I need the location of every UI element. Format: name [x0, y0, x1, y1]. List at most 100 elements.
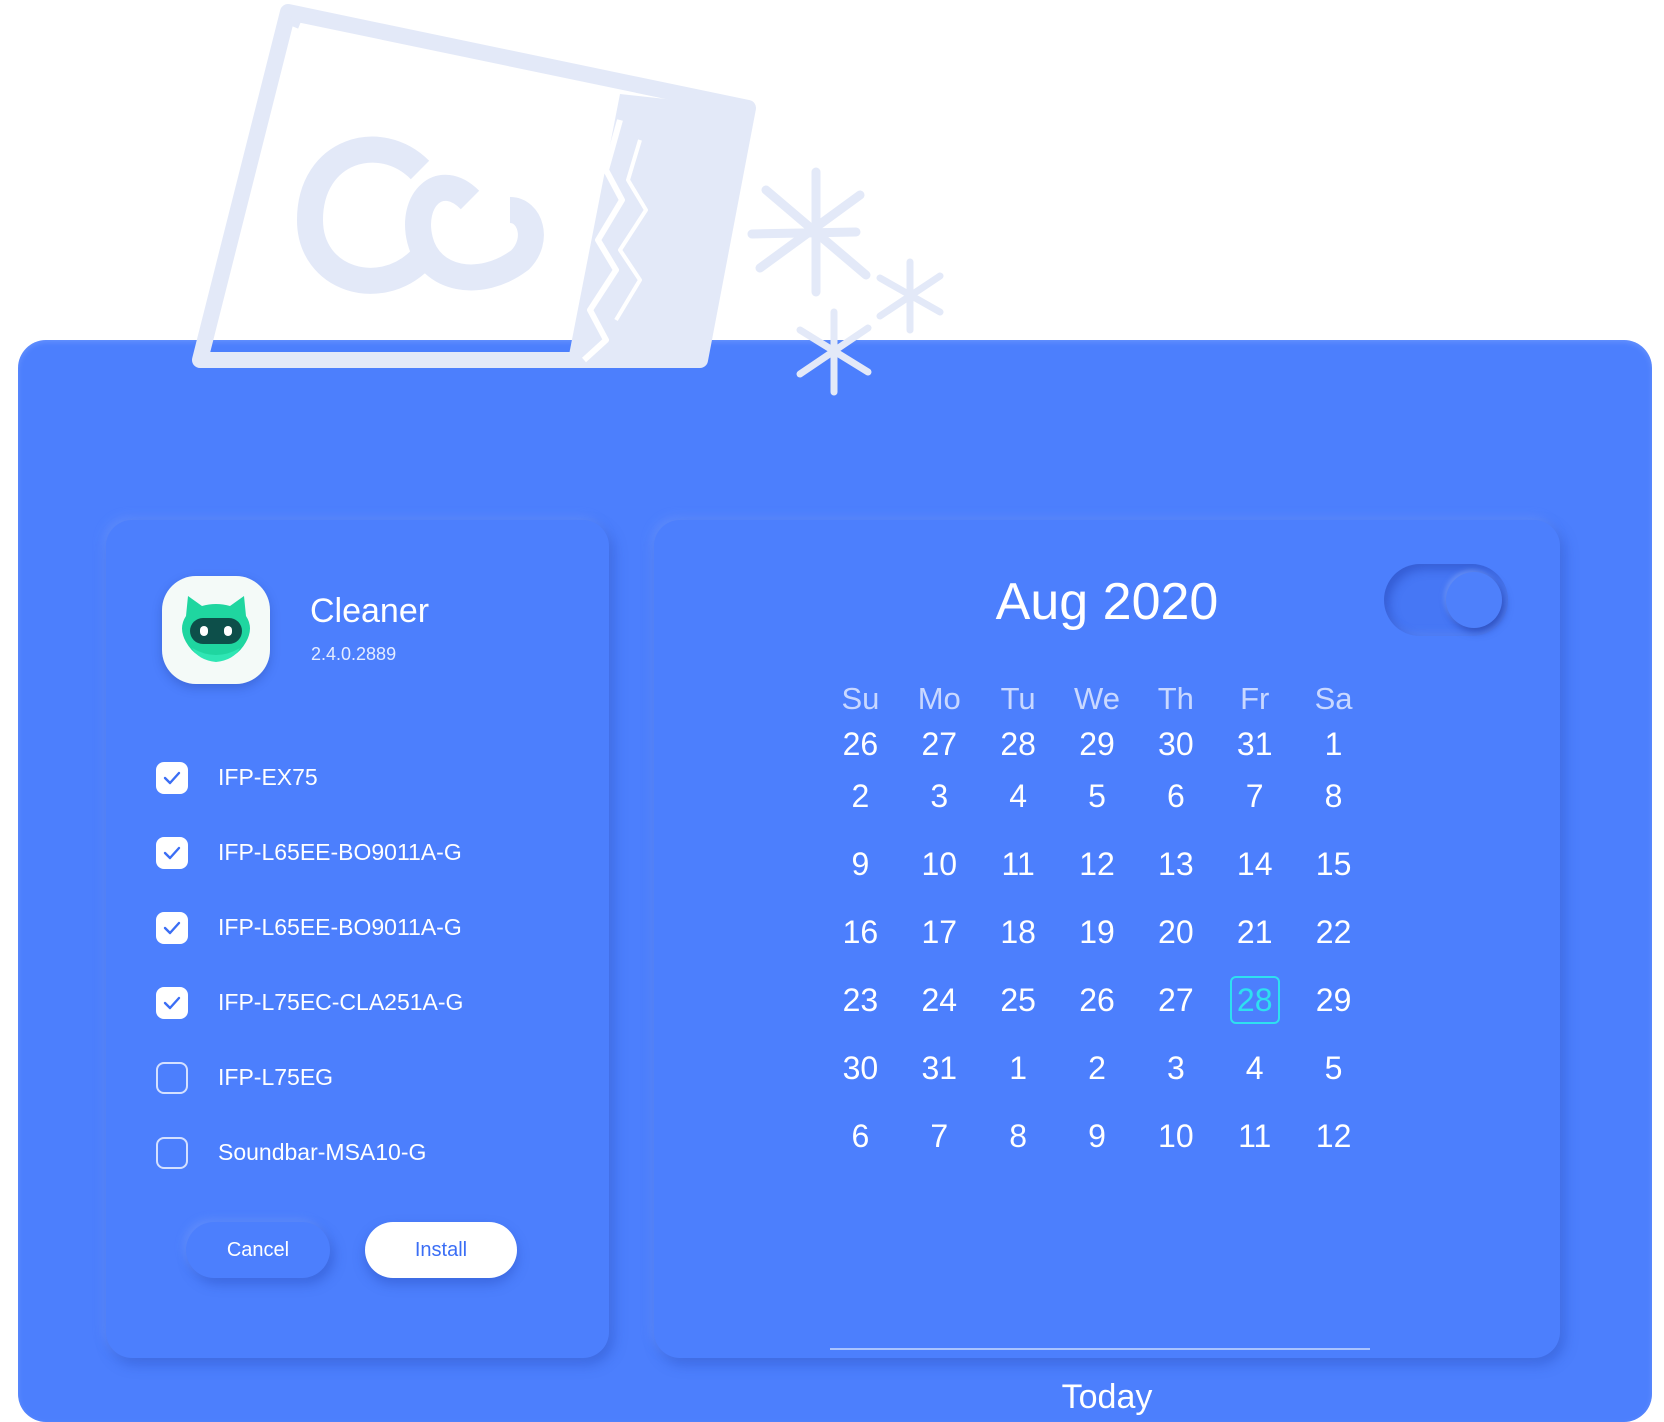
calendar-day[interactable]: 23	[821, 976, 900, 1044]
calendar-day[interactable]: 22	[1294, 908, 1373, 976]
install-button[interactable]: Install	[365, 1222, 517, 1278]
checkbox-unchecked[interactable]	[156, 1062, 188, 1094]
calendar-day[interactable]: 11	[979, 840, 1058, 908]
calendar-day-number: 11	[1001, 846, 1035, 882]
calendar-day[interactable]: 4	[1215, 1044, 1294, 1112]
checkbox-checked[interactable]	[156, 987, 188, 1019]
calendar-day-number: 24	[921, 982, 958, 1018]
calendar-day[interactable]: 24	[900, 976, 979, 1044]
device-row[interactable]: IFP-L65EE-BO9011A-G	[156, 902, 586, 977]
calendar-day[interactable]: 10	[1136, 1112, 1215, 1180]
device-row[interactable]: IFP-EX75	[156, 752, 586, 827]
calendar-day[interactable]: 3	[900, 772, 979, 840]
calendar-day[interactable]: 1	[1294, 720, 1373, 772]
calendar-day[interactable]: 18	[979, 908, 1058, 976]
calendar-day[interactable]: 14	[1215, 840, 1294, 908]
device-label: IFP-L65EE-BO9011A-G	[218, 914, 462, 940]
device-row[interactable]: IFP-L75EG	[156, 1052, 586, 1127]
calendar-day[interactable]: 11	[1215, 1112, 1294, 1180]
weekday-label: Th	[1157, 681, 1194, 716]
calendar-weeks: 26 27 28 29 30 31 1 2 3 4 5 6 7 8 9 10 11 12 13 14 15 16 17 18 1…	[821, 720, 1373, 1180]
calendar-day-number: 19	[1079, 914, 1115, 950]
calendar-toggle[interactable]	[1384, 564, 1508, 636]
device-row[interactable]: Soundbar-MSA10-G	[156, 1127, 586, 1202]
calendar-grid: Su Mo Tu We Th Fr Sa 26 27 28 29 30 31 1 2 3 4 5 6 7…	[821, 678, 1373, 1180]
calendar-day[interactable]: 7	[900, 1112, 979, 1180]
calendar-day[interactable]: 27	[1136, 976, 1215, 1044]
calendar-day-number: 6	[1166, 778, 1185, 814]
checkbox-checked[interactable]	[156, 912, 188, 944]
calendar-day[interactable]: 21	[1215, 908, 1294, 976]
calendar-day[interactable]: 10	[900, 840, 979, 908]
calendar-day[interactable]: 28	[979, 720, 1058, 772]
weekday-label: Sa	[1314, 681, 1353, 716]
calendar-day[interactable]: 12	[1294, 1112, 1373, 1180]
calendar-day[interactable]: 13	[1136, 840, 1215, 908]
calendar-day[interactable]: 30	[821, 1044, 900, 1112]
calendar-day[interactable]: 27	[900, 720, 979, 772]
calendar-day[interactable]: 16	[821, 908, 900, 976]
calendar-day[interactable]: 12	[1058, 840, 1137, 908]
calendar-day-number: 15	[1315, 846, 1352, 882]
calendar-day[interactable]: 8	[979, 1112, 1058, 1180]
calendar-day-number: 26	[1079, 982, 1115, 1018]
calendar-day[interactable]: 25	[979, 976, 1058, 1044]
calendar-day[interactable]: 6	[821, 1112, 900, 1180]
calendar-week-row: 2 3 4 5 6 7 8	[821, 772, 1373, 840]
calendar-day[interactable]: 26	[821, 720, 900, 772]
weekday-label: Su	[841, 681, 880, 716]
device-row[interactable]: IFP-L65EE-BO9011A-G	[156, 827, 586, 902]
calendar-day[interactable]: 5	[1294, 1044, 1373, 1112]
calendar-day-number: 30	[842, 1050, 879, 1086]
calendar-day-number: 8	[1009, 1118, 1028, 1154]
calendar-day[interactable]: 5	[1058, 772, 1137, 840]
calendar-day[interactable]: 2	[1058, 1044, 1137, 1112]
calendar-day[interactable]: 7	[1215, 772, 1294, 840]
install-card: Cleaner 2.4.0.2889 IFP-EX75 IFP-L65EE-BO…	[106, 520, 609, 1358]
checkbox-checked[interactable]	[156, 762, 188, 794]
calendar-day-selected[interactable]: 28	[1215, 976, 1294, 1044]
calendar-day-number: 13	[1158, 846, 1194, 882]
checkbox-unchecked[interactable]	[156, 1137, 188, 1169]
calendar-day-number: 3	[1166, 1050, 1185, 1086]
calendar-day[interactable]: 30	[1136, 720, 1215, 772]
calendar-day[interactable]: 15	[1294, 840, 1373, 908]
calendar-day-number: 2	[851, 778, 870, 814]
checkmark-icon	[163, 921, 181, 935]
calendar-day[interactable]: 8	[1294, 772, 1373, 840]
calendar-day[interactable]: 4	[979, 772, 1058, 840]
calendar-day-number: 11	[1238, 1118, 1272, 1154]
device-label: IFP-L75EG	[218, 1064, 334, 1090]
calendar-day-number: 1	[1009, 1050, 1028, 1086]
calendar-day-number: 20	[1158, 914, 1194, 950]
calendar-day[interactable]: 29	[1294, 976, 1373, 1044]
today-button[interactable]: Today	[654, 1378, 1560, 1417]
toggle-knob[interactable]	[1446, 572, 1502, 628]
calendar-day-number: 7	[930, 1118, 949, 1154]
calendar-day[interactable]: 6	[1136, 772, 1215, 840]
calendar-day[interactable]: 29	[1058, 720, 1137, 772]
calendar-day[interactable]: 31	[1215, 720, 1294, 772]
calendar-week-row: 6 7 8 9 10 11 12	[821, 1112, 1373, 1180]
device-row[interactable]: IFP-L75EC-CLA251A-G	[156, 977, 586, 1052]
calendar-day[interactable]: 3	[1136, 1044, 1215, 1112]
calendar-day[interactable]: 31	[900, 1044, 979, 1112]
calendar-day-number: 7	[1245, 778, 1264, 814]
calendar-day[interactable]: 9	[821, 840, 900, 908]
main-panel: Cleaner 2.4.0.2889 IFP-EX75 IFP-L65EE-BO…	[18, 340, 1652, 1422]
calendar-week-row: 26 27 28 29 30 31 1	[821, 720, 1373, 772]
calendar-day[interactable]: 1	[979, 1044, 1058, 1112]
checkbox-checked[interactable]	[156, 837, 188, 869]
calendar-day[interactable]: 19	[1058, 908, 1137, 976]
calendar-day[interactable]: 17	[900, 908, 979, 976]
calendar-day[interactable]: 20	[1136, 908, 1215, 976]
device-list: IFP-EX75 IFP-L65EE-BO9011A-G IFP-L65EE-B…	[156, 752, 586, 1202]
cancel-button[interactable]: Cancel	[186, 1222, 330, 1278]
app-name: Cleaner	[310, 592, 430, 630]
calendar-day[interactable]: 26	[1058, 976, 1137, 1044]
calendar-day-number: 4	[1245, 1050, 1264, 1086]
calendar-day[interactable]: 2	[821, 772, 900, 840]
weekday-label: We	[1074, 681, 1120, 716]
device-label: IFP-L65EE-BO9011A-G	[218, 839, 462, 865]
calendar-day[interactable]: 9	[1058, 1112, 1137, 1180]
